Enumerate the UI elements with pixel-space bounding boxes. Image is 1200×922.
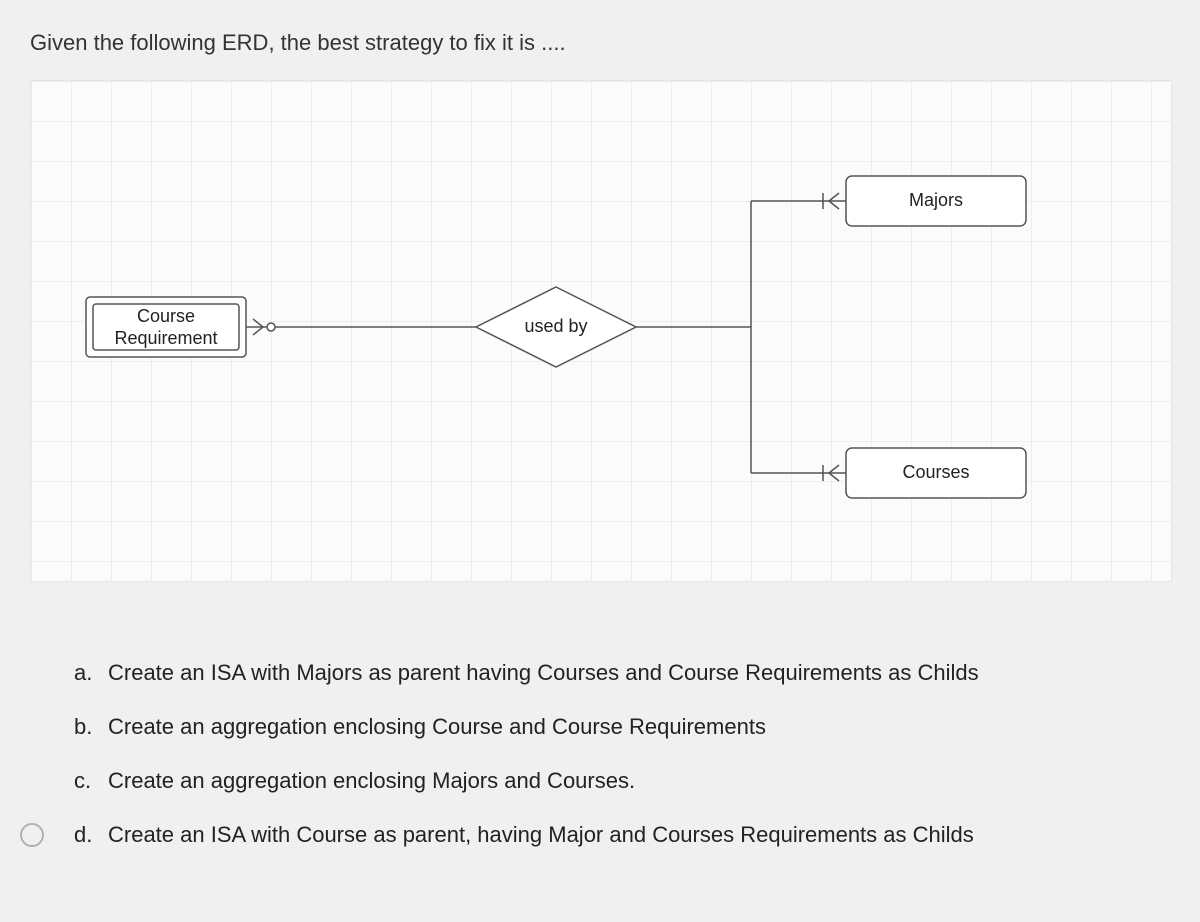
answer-letter-c: c. [74, 768, 108, 794]
answer-text-d: Create an ISA with Course as parent, hav… [108, 822, 974, 848]
answer-letter-a: a. [74, 660, 108, 686]
answer-text-b: Create an aggregation enclosing Course a… [108, 714, 766, 740]
erd-diagram: Course Requirement used by [30, 80, 1172, 582]
radio-d[interactable] [20, 823, 44, 847]
entity-courses: Courses [846, 448, 1026, 498]
answer-option-b[interactable]: b. Create an aggregation enclosing Cours… [0, 714, 1200, 740]
entity-course-requirement: Course Requirement [86, 297, 246, 357]
entity-course-requirement-line1: Course [137, 306, 195, 326]
relationship-label: used by [524, 316, 587, 336]
entity-majors-label: Majors [909, 190, 963, 210]
answer-option-c[interactable]: c. Create an aggregation enclosing Major… [0, 768, 1200, 794]
question-text: Given the following ERD, the best strate… [30, 30, 566, 56]
answer-option-d[interactable]: d. Create an ISA with Course as parent, … [0, 822, 1200, 848]
answer-text-c: Create an aggregation enclosing Majors a… [108, 768, 635, 794]
entity-course-requirement-line2: Requirement [114, 328, 217, 348]
answers-block: a. Create an ISA with Majors as parent h… [0, 660, 1200, 876]
erd-svg: Course Requirement used by [31, 81, 1171, 581]
answer-letter-b: b. [74, 714, 108, 740]
question-page: Given the following ERD, the best strate… [0, 0, 1200, 922]
answer-letter-d: d. [74, 822, 108, 848]
answer-option-a[interactable]: a. Create an ISA with Majors as parent h… [0, 660, 1200, 686]
answer-text-a: Create an ISA with Majors as parent havi… [108, 660, 979, 686]
entity-courses-label: Courses [902, 462, 969, 482]
entity-majors: Majors [846, 176, 1026, 226]
